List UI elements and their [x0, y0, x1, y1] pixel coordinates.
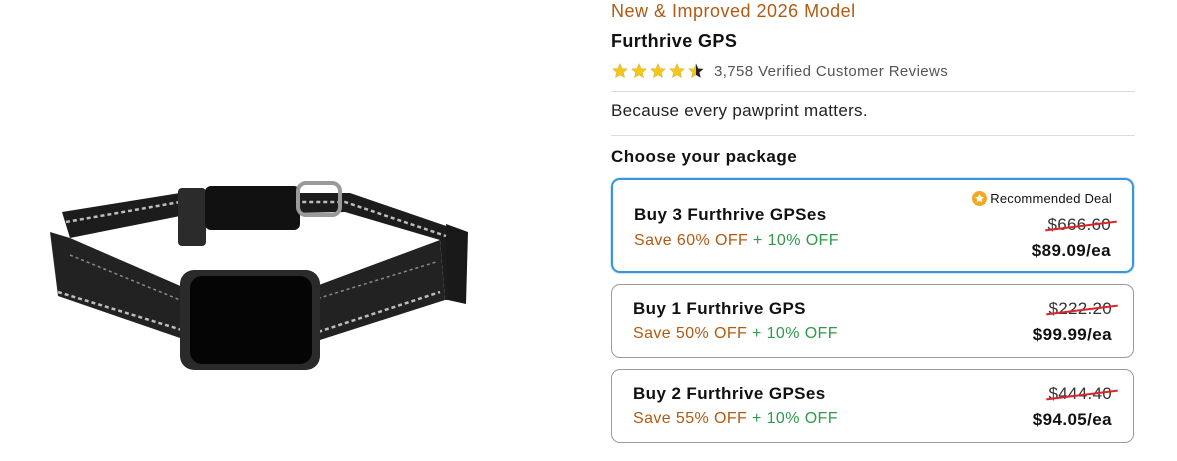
original-price: $666.60 — [1045, 215, 1117, 235]
package-savings: Save 50% OFF + 10% OFF — [633, 325, 838, 343]
savings-extra: + 10% OFF — [752, 325, 838, 342]
star-icon — [631, 63, 647, 78]
savings-extra: + 10% OFF — [753, 232, 839, 249]
package-heading: Choose your package — [611, 147, 798, 166]
savings-main: Save 60% OFF — [634, 232, 749, 249]
package-name: Buy 3 Furthrive GPSes — [634, 205, 827, 224]
package-savings: Save 55% OFF + 10% OFF — [633, 410, 838, 428]
package-option-buy-1[interactable]: Buy 1 Furthrive GPS Save 50% OFF + 10% O… — [611, 284, 1134, 358]
slogan: Because every pawprint matters. — [611, 101, 868, 120]
package-name: Buy 2 Furthrive GPSes — [633, 384, 826, 403]
divider — [611, 91, 1135, 92]
star-rating — [611, 62, 705, 80]
recommended-badge-label: Recommended Deal — [990, 191, 1112, 206]
recommended-badge: Recommended Deal — [972, 191, 1112, 206]
review-count[interactable]: 3,758 Verified Customer Reviews — [714, 63, 948, 80]
product-image — [0, 0, 540, 461]
unit-price: $99.99/ea — [1032, 325, 1112, 344]
package-option-buy-2[interactable]: Buy 2 Furthrive GPSes Save 55% OFF + 10%… — [611, 369, 1134, 443]
half-star-icon — [688, 63, 704, 78]
savings-main: Save 55% OFF — [633, 410, 748, 427]
gps-collar-image — [50, 181, 468, 370]
package-option-buy-3[interactable]: Recommended Deal Buy 3 Furthrive GPSes S… — [611, 178, 1134, 273]
savings-main: Save 50% OFF — [633, 325, 748, 342]
star-icon — [612, 63, 628, 78]
model-tagline: New & Improved 2026 Model — [611, 1, 856, 21]
star-badge-icon — [972, 191, 988, 206]
divider — [611, 135, 1135, 136]
product-title: Furthrive GPS — [611, 31, 738, 51]
unit-price: $94.05/ea — [1032, 410, 1112, 429]
star-icon — [650, 63, 666, 78]
package-name: Buy 1 Furthrive GPS — [633, 299, 806, 318]
package-savings: Save 60% OFF + 10% OFF — [634, 232, 839, 250]
original-price: $222.20 — [1046, 299, 1118, 319]
savings-extra: + 10% OFF — [752, 410, 838, 427]
unit-price: $89.09/ea — [1031, 241, 1111, 260]
rating-row[interactable]: 3,758 Verified Customer Reviews — [611, 60, 948, 82]
original-price: $444.40 — [1046, 384, 1118, 404]
star-icon — [669, 63, 685, 78]
